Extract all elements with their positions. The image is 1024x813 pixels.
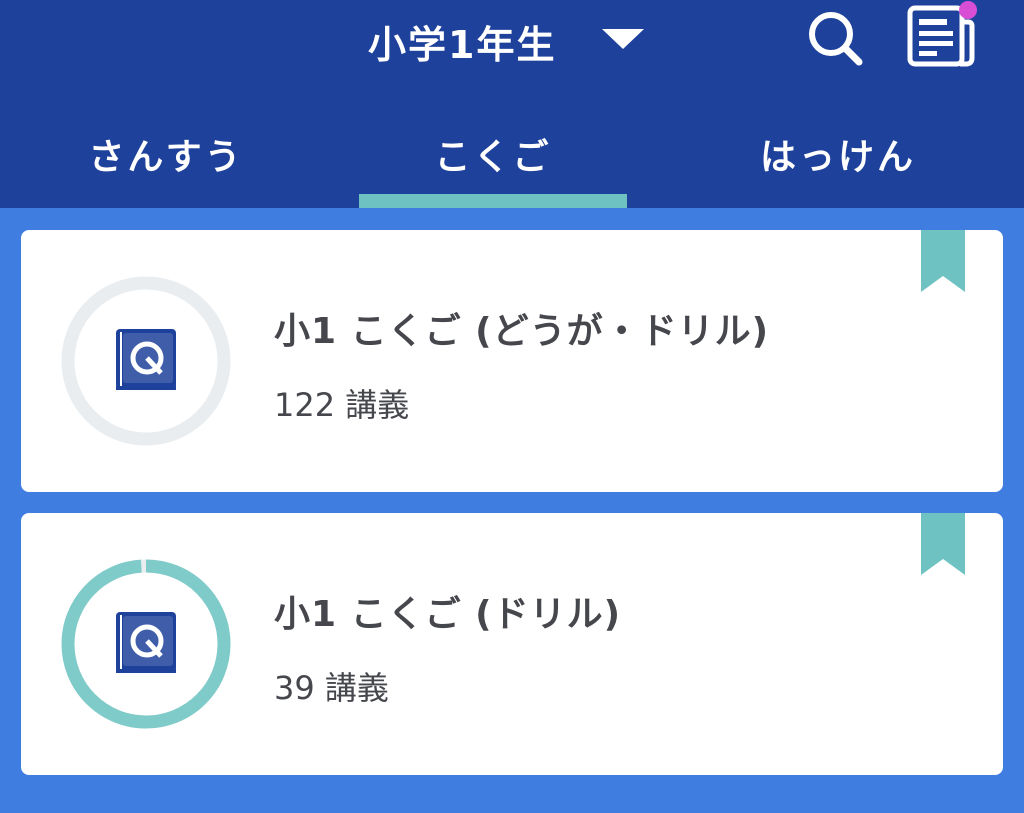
tab-label: こくご bbox=[434, 137, 552, 178]
tab-label: さんすう bbox=[88, 137, 244, 178]
course-card[interactable]: 小1 こくご (ドリル) 39 講義 bbox=[21, 513, 1003, 775]
bookmark-icon[interactable] bbox=[921, 230, 965, 294]
course-title: 小1 こくご (ドリル) bbox=[274, 594, 622, 635]
grade-selector[interactable]: 小学1年生 bbox=[0, 0, 1024, 78]
tab-hakken[interactable]: はっけん bbox=[672, 110, 1004, 208]
course-card[interactable]: 小1 こくご (どうが・ドリル) 122 講義 bbox=[21, 230, 1003, 492]
notification-dot bbox=[959, 1, 977, 19]
lecture-count: 39 講義 bbox=[274, 669, 389, 707]
subject-tabs: さんすう こくご はっけん bbox=[0, 110, 1024, 208]
tab-kokugo[interactable]: こくご bbox=[359, 110, 627, 208]
app-header: 小学1年生 さんすう こくご はっけん bbox=[0, 0, 1024, 208]
tab-sansu[interactable]: さんすう bbox=[0, 110, 332, 208]
lecture-count: 122 講義 bbox=[274, 386, 410, 424]
book-icon bbox=[116, 612, 176, 673]
search-icon[interactable] bbox=[804, 6, 866, 68]
grade-title: 小学1年生 bbox=[368, 23, 557, 67]
book-icon bbox=[116, 329, 176, 390]
course-title: 小1 こくご (どうが・ドリル) bbox=[274, 311, 770, 352]
bookmark-icon[interactable] bbox=[921, 513, 965, 577]
news-icon[interactable] bbox=[904, 0, 980, 70]
active-tab-indicator bbox=[359, 194, 627, 208]
tab-label: はっけん bbox=[759, 137, 916, 178]
progress-ring bbox=[61, 559, 231, 729]
progress-ring bbox=[61, 276, 231, 446]
chevron-down-icon bbox=[602, 29, 644, 49]
